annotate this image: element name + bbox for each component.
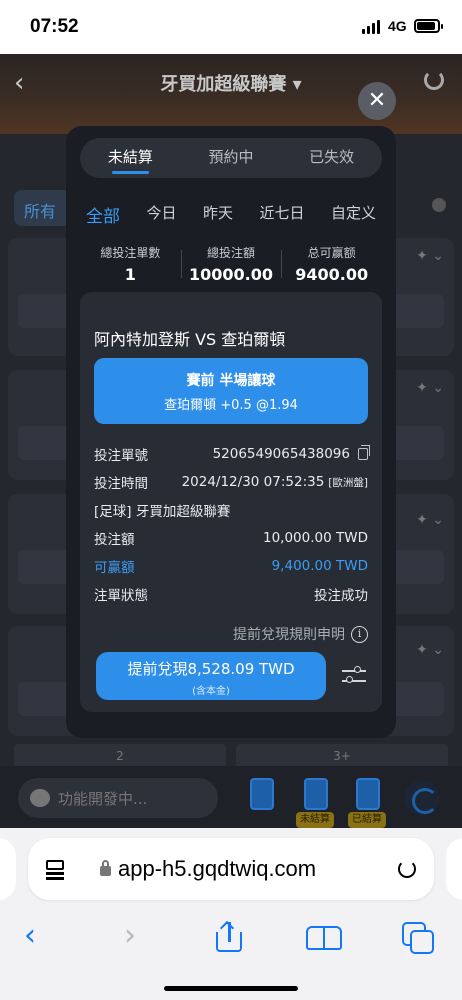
status-value: 投注成功 xyxy=(314,588,368,604)
signal-icon xyxy=(362,20,380,34)
app-footer: 功能開發中... 未結算 已結算 xyxy=(0,766,462,828)
match-title: 阿內特加登斯 VS 查珀爾頓 xyxy=(94,330,286,349)
cashout-sub: (含本金) xyxy=(192,686,230,697)
chat-icon xyxy=(30,789,50,807)
forward-icon[interactable]: › xyxy=(124,918,136,954)
row-win: 可贏額 9,400.00 TWD xyxy=(94,552,368,580)
refresh-icon[interactable] xyxy=(424,70,444,90)
stat-label: 总可赢额 xyxy=(307,246,356,260)
prev-tab-pill[interactable] xyxy=(0,838,16,900)
stat-value: 9400.00 xyxy=(295,265,369,284)
battery-icon xyxy=(414,19,443,33)
rules-label: 提前兌現規則申明 xyxy=(233,627,345,643)
unsettled-badge: 未結算 xyxy=(296,812,334,828)
stat-label: 總投注單數 xyxy=(100,246,161,260)
bet-pick: 查珀爾頓 +0.5 @1.94 xyxy=(164,398,298,413)
win-value: 9,400.00 TWD xyxy=(271,558,368,574)
summary-stats: 總投注單數 1 總投注額 10000.00 总可赢额 9400.00 xyxy=(80,244,382,284)
stat-value: 10000.00 xyxy=(189,265,274,284)
row-label: 可贏額 xyxy=(94,560,135,576)
info-icon: i xyxy=(351,625,368,643)
stat-value: 1 xyxy=(124,265,136,284)
status-tabs: 未結算 預約中 已失效 xyxy=(80,138,382,178)
row-label: [足球] 牙買加超級聯賽 xyxy=(94,504,231,520)
row-league: [足球] 牙買加超級聯賽 xyxy=(94,496,368,524)
address-bar[interactable]: app-h5.gqdtwiq.com xyxy=(28,838,434,900)
browser-address-area: app-h5.gqdtwiq.com xyxy=(0,828,462,908)
odds-type: [歐洲盤] xyxy=(328,476,368,489)
reader-icon[interactable] xyxy=(46,860,64,880)
cashout-label: 提前兌現8,528.09 TWD xyxy=(127,660,295,678)
bg-tab-3plus: 3+ xyxy=(236,744,448,768)
chat-placeholder: 功能開發中... xyxy=(58,789,148,808)
row-label: 投注單號 xyxy=(94,448,148,464)
filter-toggle-icon[interactable] xyxy=(432,198,446,212)
bet-id-value: 5206549065438096 xyxy=(212,446,350,462)
stat-label: 總投注額 xyxy=(207,246,256,260)
bookmarks-icon[interactable] xyxy=(306,926,344,950)
lock-icon xyxy=(100,860,111,876)
reload-icon[interactable] xyxy=(398,860,416,878)
clipboard-icon[interactable] xyxy=(250,778,274,810)
row-stake: 投注額 10,000.00 TWD xyxy=(94,524,368,552)
row-label: 投注額 xyxy=(94,532,135,548)
status-bar: 07:52 4G xyxy=(0,0,462,54)
bet-record-modal: 未結算 預約中 已失效 全部 今日 昨天 近七日 自定义 總投注單數 1 總投注… xyxy=(66,126,396,738)
network-label: 4G xyxy=(388,18,407,34)
filter-all[interactable]: 所有 xyxy=(14,190,74,226)
back-icon[interactable]: ‹ xyxy=(24,918,36,954)
period-filter: 全部 今日 昨天 近七日 自定义 xyxy=(86,202,376,227)
bg-bottom-tabs: 2 3+ xyxy=(14,744,448,768)
copy-icon[interactable] xyxy=(358,445,370,460)
period-all[interactable]: 全部 xyxy=(86,202,120,227)
bet-selection: 賽前 半場讓球 查珀爾頓 +0.5 @1.94 xyxy=(94,358,368,424)
settled-icon[interactable] xyxy=(356,778,380,810)
tab-expired[interactable]: 已失效 xyxy=(281,138,382,178)
home-indicator xyxy=(164,986,298,991)
period-custom[interactable]: 自定义 xyxy=(331,202,376,227)
pin-icon: ✦ ⌄ xyxy=(416,512,444,528)
bet-market: 賽前 半場讓球 xyxy=(186,373,276,389)
sliders-icon[interactable] xyxy=(342,666,366,686)
period-7days[interactable]: 近七日 xyxy=(259,202,304,227)
tabs-icon[interactable] xyxy=(402,922,438,954)
pin-icon: ✦ ⌄ xyxy=(416,248,444,264)
stat-total-win: 总可赢额 9400.00 xyxy=(281,244,382,284)
unsettled-icon[interactable] xyxy=(304,778,328,810)
share-icon[interactable] xyxy=(216,920,242,952)
refresh-button[interactable] xyxy=(404,780,440,816)
tab-reserved[interactable]: 預約中 xyxy=(181,138,282,178)
status-time: 07:52 xyxy=(30,16,79,37)
url-text[interactable]: app-h5.gqdtwiq.com xyxy=(118,856,316,882)
row-bet-id: 投注單號 5206549065438096 xyxy=(94,440,370,468)
cashout-rules-link[interactable]: 提前兌現規則申明 i xyxy=(233,624,368,644)
stat-bet-count: 總投注單數 1 xyxy=(80,244,181,284)
close-button[interactable]: ✕ xyxy=(358,82,396,120)
settled-badge: 已結算 xyxy=(348,812,386,828)
cashout-button[interactable]: 提前兌現8,528.09 TWD (含本金) xyxy=(96,652,326,700)
bg-tab-2: 2 xyxy=(14,744,226,768)
period-yesterday[interactable]: 昨天 xyxy=(203,202,233,227)
bet-time-value: 2024/12/30 07:52:35 xyxy=(181,474,325,490)
ticket-details: 投注單號 5206549065438096 投注時間 2024/12/30 07… xyxy=(94,440,370,608)
row-bet-time: 投注時間 2024/12/30 07:52:35 [歐洲盤] xyxy=(94,468,368,496)
next-tab-pill[interactable] xyxy=(446,838,462,900)
pin-icon: ✦ ⌄ xyxy=(416,380,444,396)
stake-value: 10,000.00 TWD xyxy=(263,530,368,546)
row-status: 注單狀態 投注成功 xyxy=(94,580,368,608)
bet-ticket: 阿內特加登斯 VS 查珀爾頓 賽前 半場讓球 查珀爾頓 +0.5 @1.94 投… xyxy=(80,292,382,712)
pin-icon: ✦ ⌄ xyxy=(416,642,444,658)
tab-unsettled[interactable]: 未結算 xyxy=(80,138,181,178)
stat-total-stake: 總投注額 10000.00 xyxy=(180,244,282,284)
row-label: 投注時間 xyxy=(94,476,148,492)
period-today[interactable]: 今日 xyxy=(146,202,176,227)
chat-input[interactable]: 功能開發中... xyxy=(18,778,218,818)
row-label: 注單狀態 xyxy=(94,588,148,604)
